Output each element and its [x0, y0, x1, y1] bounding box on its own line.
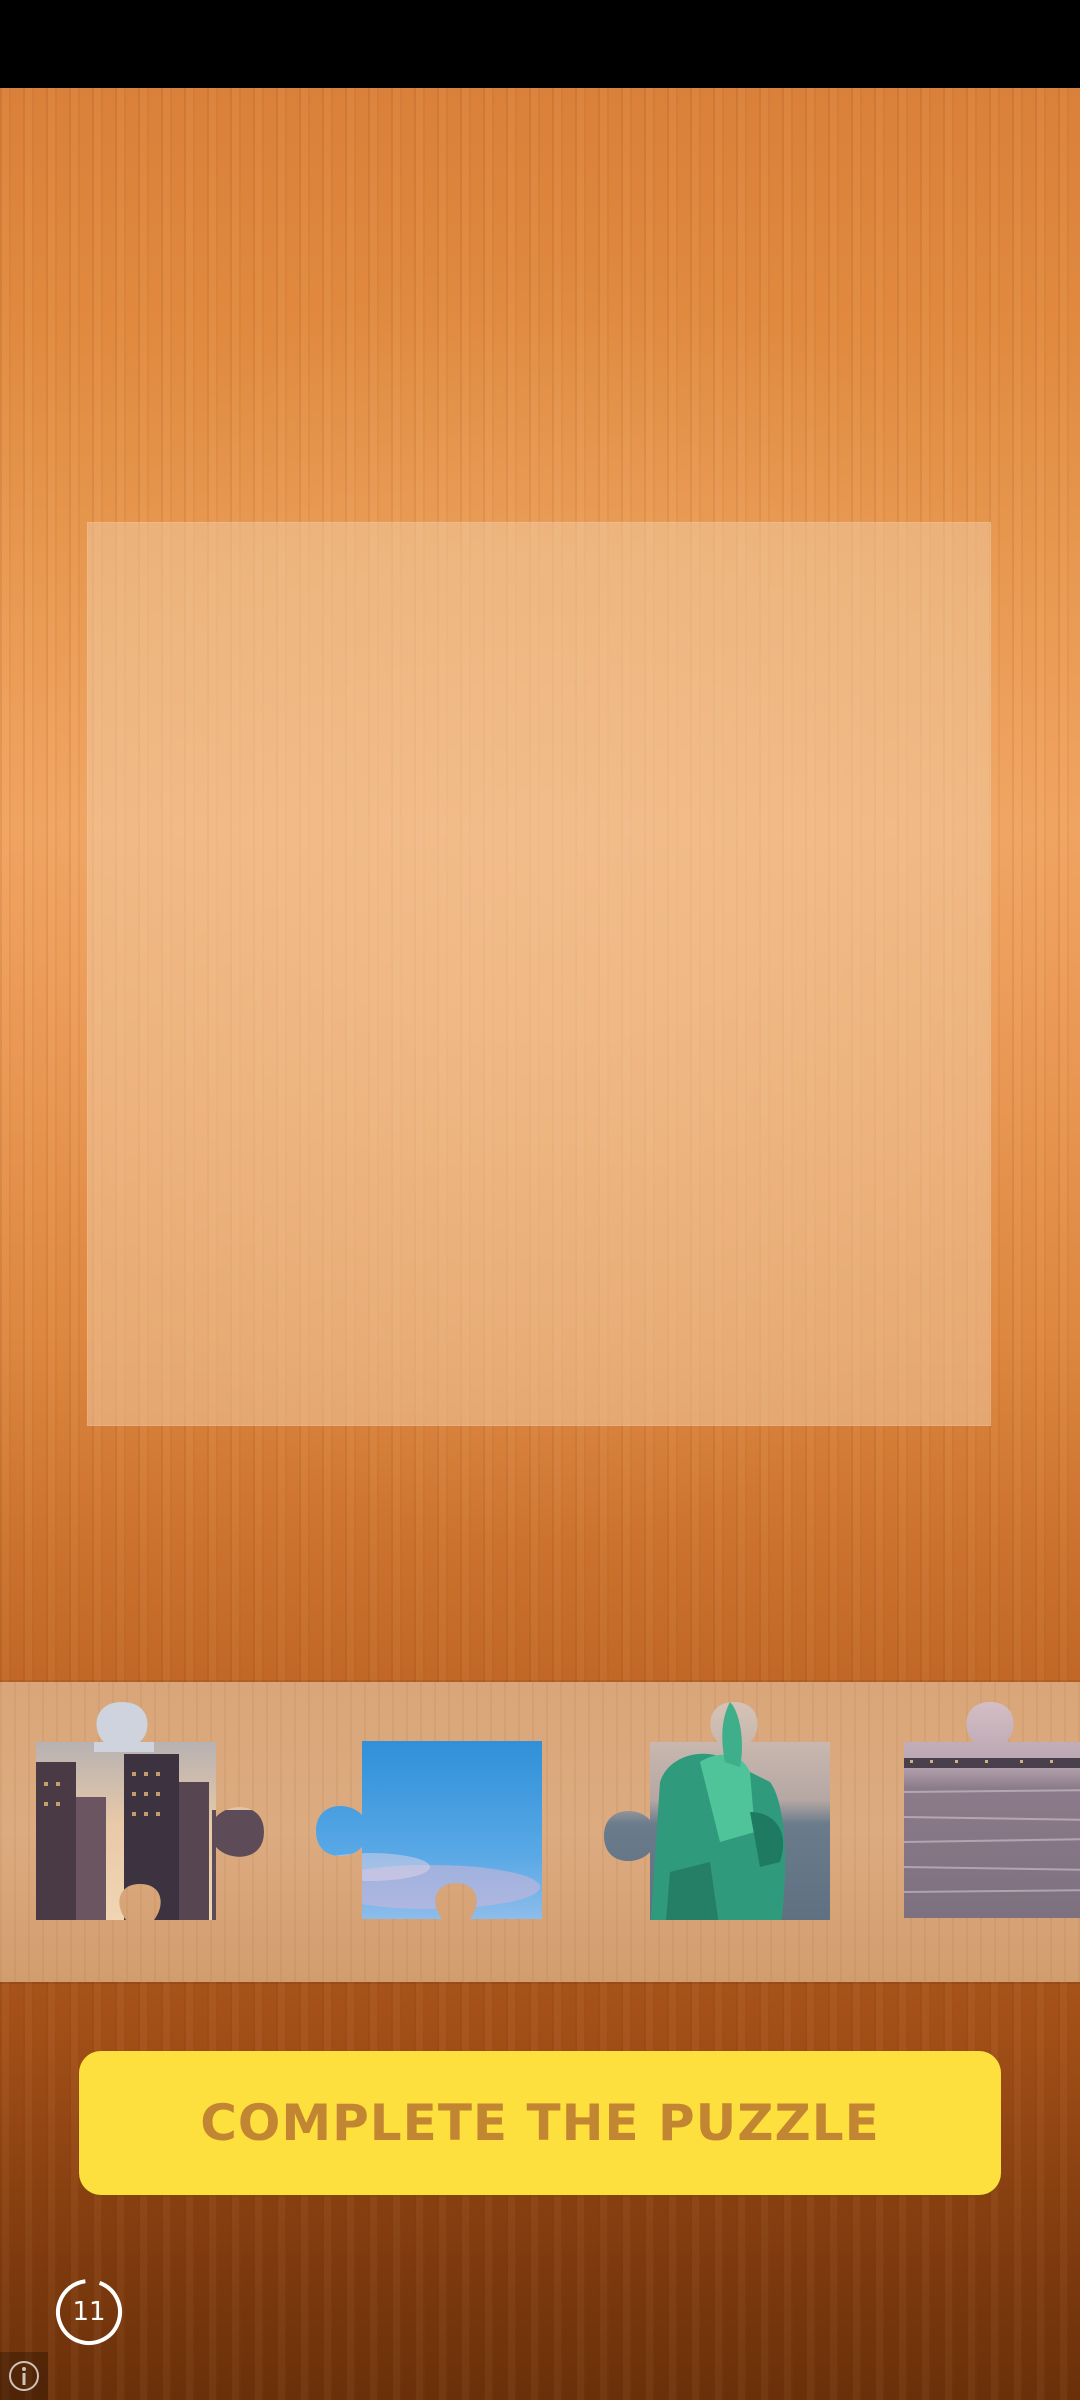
puzzle-piece-water[interactable] — [900, 1692, 1080, 1932]
complete-the-puzzle-label: COMPLETE THE PUZZLE — [200, 2094, 880, 2152]
timer-value: 11 — [72, 2297, 106, 2327]
puzzle-drop-area[interactable] — [87, 522, 991, 1426]
piece-tray[interactable] — [0, 1682, 1080, 1982]
complete-the-puzzle-button[interactable]: COMPLETE THE PUZZLE — [79, 2051, 1001, 2195]
countdown-timer: 11 — [53, 2276, 125, 2348]
puzzle-piece-sky[interactable] — [310, 1737, 550, 1937]
info-icon[interactable] — [0, 2352, 48, 2400]
puzzle-piece-skyscrapers[interactable] — [34, 1692, 274, 1932]
puzzle-piece-statue-of-liberty[interactable] — [600, 1692, 840, 1932]
status-bar — [0, 0, 1080, 88]
game-screen: COMPLETE THE PUZZLE 11 — [0, 0, 1080, 2400]
